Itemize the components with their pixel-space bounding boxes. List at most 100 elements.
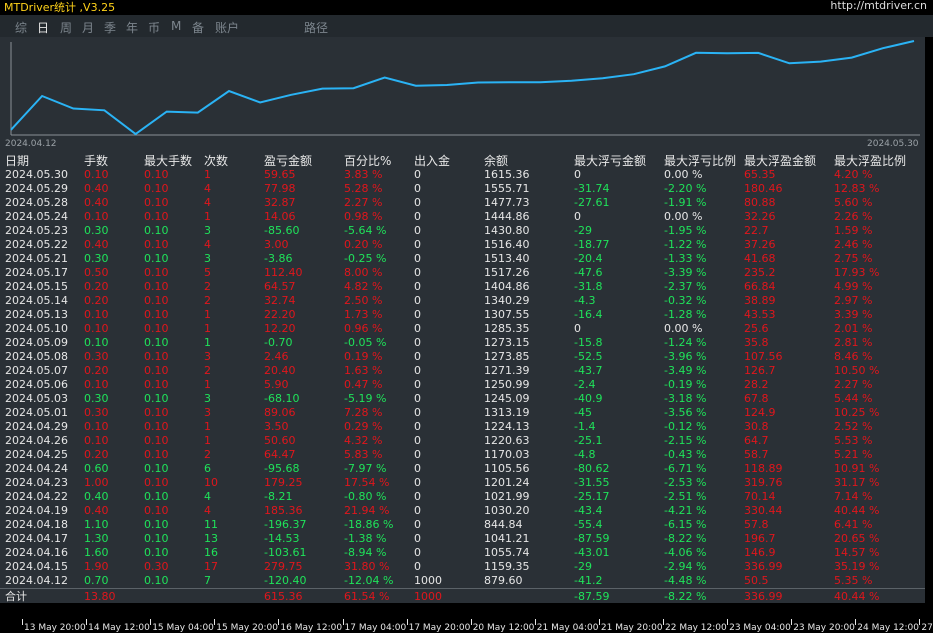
- col-max-float-profit: 30.8: [744, 420, 769, 433]
- col-count: 1: [204, 420, 211, 433]
- tab-account[interactable]: 账户: [215, 19, 239, 36]
- table-row[interactable]: 2024.04.29 0.10 0.10 1 3.50 0.29 % 0 1224.13 -1.…: [0, 420, 925, 434]
- col-balance: 1404.86: [484, 280, 530, 293]
- table-row[interactable]: 2024.05.24 0.10 0.10 1 14.06 0.98 % 0 1444.86 0 0…: [0, 210, 925, 224]
- header-col-max-float-loss-pct[interactable]: 最大浮亏比例: [664, 152, 736, 169]
- tab-month[interactable]: 月: [82, 19, 94, 36]
- table-row[interactable]: 2024.05.29 0.40 0.10 4 77.98 5.28 % 0 1555.71 -3…: [0, 182, 925, 196]
- table-row[interactable]: 2024.05.15 0.20 0.10 2 64.57 4.82 % 0 1404.86 -3…: [0, 280, 925, 294]
- col-deposit: 0: [414, 476, 421, 489]
- col-date: 2024.04.26: [5, 434, 68, 447]
- time-axis-tick: [855, 619, 857, 625]
- table-row[interactable]: 2024.04.15 1.90 0.30 17 279.75 31.80 % 0 1159.3…: [0, 560, 925, 574]
- tab-day[interactable]: 日: [37, 19, 49, 36]
- tab-path[interactable]: 路径: [304, 19, 328, 36]
- website-link[interactable]: http://mtdriver.cn: [830, 0, 927, 12]
- table-row[interactable]: 2024.04.18 1.10 0.10 11 -196.37 -18.86 % 0 844.…: [0, 518, 925, 532]
- col-date: 2024.05.08: [5, 350, 68, 363]
- col-count: 4: [204, 196, 211, 209]
- col-max-float-loss-pct: -0.32 %: [664, 294, 707, 307]
- col-percent: 1.63 %: [344, 364, 383, 377]
- col-percent: 0.19 %: [344, 350, 383, 363]
- header-col-pnl[interactable]: 盈亏金额: [264, 152, 312, 169]
- header-col-date[interactable]: 日期: [5, 152, 29, 169]
- col-lots: 1.00: [84, 476, 109, 489]
- table-row[interactable]: 2024.05.28 0.40 0.10 4 32.87 2.27 % 0 1477.73 -2…: [0, 196, 925, 210]
- col-max-lots: 0.10: [144, 322, 169, 335]
- col-max-float-loss: -25.17: [574, 490, 610, 503]
- time-axis-label: 17 May 20:00: [408, 623, 471, 633]
- header-col-count[interactable]: 次数: [204, 152, 228, 169]
- table-row[interactable]: 2024.05.03 0.30 0.10 3 -68.10 -5.19 % 0 1245.09…: [0, 392, 925, 406]
- col-date: 2024.05.01: [5, 406, 68, 419]
- header-col-percent[interactable]: 百分比%: [344, 152, 391, 169]
- header-col-lots[interactable]: 手数: [84, 152, 108, 169]
- table-row[interactable]: 2024.04.17 1.30 0.10 13 -14.53 -1.38 % 0 1041.2…: [0, 532, 925, 546]
- tab-currency[interactable]: 币: [148, 19, 160, 36]
- table-row[interactable]: 2024.05.09 0.10 0.10 1 -0.70 -0.05 % 0 1273.15 -…: [0, 336, 925, 350]
- tab-week[interactable]: 周: [60, 19, 72, 36]
- header-col-deposit[interactable]: 出入金: [414, 152, 450, 169]
- table-row[interactable]: 2024.05.14 0.20 0.10 2 32.74 2.50 % 0 1340.29 -4…: [0, 294, 925, 308]
- tab-quarter[interactable]: 季: [104, 19, 116, 36]
- col-balance: 1273.15: [484, 336, 530, 349]
- col-percent: 0.47 %: [344, 378, 383, 391]
- table-row[interactable]: 2024.04.23 1.00 0.10 10 179.25 17.54 % 0 1201.2…: [0, 476, 925, 490]
- table-row[interactable]: 2024.05.08 0.30 0.10 3 2.46 0.19 % 0 1273.85 -52…: [0, 350, 925, 364]
- time-axis-tick: [663, 619, 664, 625]
- total-col-deposit: 1000: [414, 590, 442, 603]
- col-max-lots: 0.10: [144, 420, 169, 433]
- vertical-scrollbar[interactable]: [925, 37, 933, 603]
- col-max-lots: 0.10: [144, 336, 169, 349]
- time-axis-tick: [278, 619, 280, 625]
- table-row[interactable]: 2024.04.22 0.40 0.10 4 -8.21 -0.80 % 0 1021.99 -…: [0, 490, 925, 504]
- col-lots: 0.40: [84, 490, 109, 503]
- col-date: 2024.04.12: [5, 574, 68, 587]
- table-row[interactable]: 2024.05.30 0.10 0.10 1 59.65 3.83 % 0 1615.36 0 0…: [0, 168, 925, 182]
- table-row[interactable]: 2024.04.24 0.60 0.10 6 -95.68 -7.97 % 0 1105.56…: [0, 462, 925, 476]
- table-row[interactable]: 2024.04.19 0.40 0.10 4 185.36 21.94 % 0 1030.20…: [0, 504, 925, 518]
- col-pnl: 185.36: [264, 504, 303, 517]
- header-col-max-float-profit-pct[interactable]: 最大浮盈比例: [834, 152, 906, 169]
- header-col-max-float-profit[interactable]: 最大浮盈金额: [744, 152, 816, 169]
- tab-magic[interactable]: M: [171, 19, 181, 33]
- table-row[interactable]: 2024.04.26 0.10 0.10 1 50.60 4.32 % 0 1220.63 -2…: [0, 434, 925, 448]
- col-count: 1: [204, 308, 211, 321]
- table-row[interactable]: 2024.04.12 0.70 0.10 7 -120.40 -12.04 % 1000 87…: [0, 574, 925, 588]
- col-deposit: 0: [414, 252, 421, 265]
- col-max-float-profit: 336.99: [744, 560, 783, 573]
- table-row[interactable]: 2024.05.23 0.30 0.10 3 -85.60 -5.64 % 0 1430.80…: [0, 224, 925, 238]
- table-row[interactable]: 2024.04.25 0.20 0.10 2 64.47 5.83 % 0 1170.03 -4…: [0, 448, 925, 462]
- table-row[interactable]: 2024.05.21 0.30 0.10 3 -3.86 -0.25 % 0 1513.40 -…: [0, 252, 925, 266]
- table-row[interactable]: 2024.05.13 0.10 0.10 1 22.20 1.73 % 0 1307.55 -1…: [0, 308, 925, 322]
- table-row[interactable]: 2024.05.01 0.30 0.10 3 89.06 7.28 % 0 1313.19 -4…: [0, 406, 925, 420]
- col-max-lots: 0.10: [144, 308, 169, 321]
- col-max-float-loss: -43.4: [574, 504, 603, 517]
- table-row[interactable]: 2024.05.07 0.20 0.10 2 20.40 1.63 % 0 1271.39 -4…: [0, 364, 925, 378]
- col-max-float-profit-pct: 12.83 %: [834, 182, 880, 195]
- col-max-lots: 0.10: [144, 224, 169, 237]
- col-date: 2024.04.24: [5, 462, 68, 475]
- table-row[interactable]: 2024.05.06 0.10 0.10 1 5.90 0.47 % 0 1250.99 -2.…: [0, 378, 925, 392]
- table-row[interactable]: 2024.04.16 1.60 0.10 16 -103.61 -8.94 % 0 1055.…: [0, 546, 925, 560]
- col-deposit: 0: [414, 238, 421, 251]
- tab-note[interactable]: 备: [192, 19, 204, 36]
- total-col-max-float-loss-pct: -8.22 %: [664, 590, 707, 603]
- col-max-float-profit-pct: 17.93 %: [834, 266, 880, 279]
- col-max-float-profit: 124.9: [744, 406, 776, 419]
- tab-year[interactable]: 年: [126, 19, 138, 36]
- col-max-float-loss-pct: -1.24 %: [664, 336, 707, 349]
- header-col-max-lots[interactable]: 最大手数: [144, 152, 192, 169]
- header-col-balance[interactable]: 余额: [484, 152, 508, 169]
- table-row[interactable]: 2024.05.22 0.40 0.10 4 3.00 0.20 % 0 1516.40 -18…: [0, 238, 925, 252]
- col-max-float-profit-pct: 6.41 %: [834, 518, 873, 531]
- col-max-float-loss-pct: 0.00 %: [664, 210, 703, 223]
- header-col-max-float-loss[interactable]: 最大浮亏金额: [574, 152, 646, 169]
- tab-summary[interactable]: 综: [15, 19, 27, 36]
- table-row[interactable]: 2024.05.10 0.10 0.10 1 12.20 0.96 % 0 1285.35 0 0…: [0, 322, 925, 336]
- col-max-float-loss-pct: -3.39 %: [664, 266, 707, 279]
- col-max-float-loss: -4.3: [574, 294, 596, 307]
- time-axis-tick: [342, 619, 344, 625]
- col-deposit: 0: [414, 196, 421, 209]
- table-row[interactable]: 2024.05.17 0.50 0.10 5 112.40 8.00 % 0 1517.26 -…: [0, 266, 925, 280]
